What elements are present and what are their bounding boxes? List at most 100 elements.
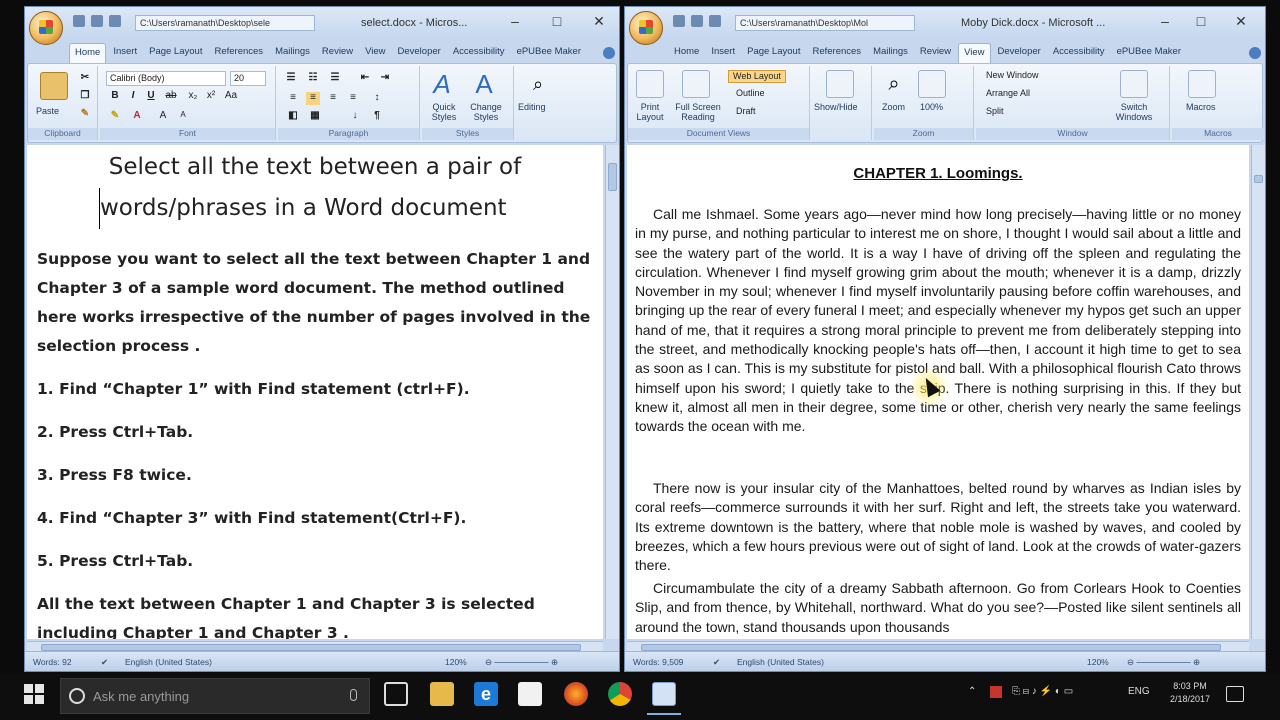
- tab-view[interactable]: View: [360, 43, 390, 63]
- file-path-field[interactable]: C:\Users\ramanath\Desktop\Mol: [735, 15, 915, 31]
- quick-access-toolbar[interactable]: [673, 15, 721, 27]
- quick-access-toolbar[interactable]: [73, 15, 121, 27]
- align-left-icon[interactable]: ≡: [286, 92, 300, 105]
- minimize-button[interactable]: –: [1155, 13, 1175, 29]
- redo-icon[interactable]: [709, 15, 721, 27]
- undo-icon[interactable]: [691, 15, 703, 27]
- save-icon[interactable]: [73, 15, 85, 27]
- font-size-combo[interactable]: 20: [230, 71, 266, 86]
- bullets-icon[interactable]: ☰: [284, 72, 298, 85]
- switch-windows-label[interactable]: Switch Windows: [1110, 102, 1158, 122]
- microphone-icon[interactable]: [350, 689, 357, 701]
- word-count[interactable]: Words: 9,509: [633, 657, 683, 667]
- tray-icons[interactable]: ⎘ ⊟ ♪ ⚡ ◐ ▭: [1012, 686, 1073, 697]
- tab-review[interactable]: Review: [317, 43, 358, 63]
- grow-font-button[interactable]: A: [156, 110, 170, 123]
- underline-button[interactable]: U: [144, 90, 158, 103]
- edge-browser-icon[interactable]: e: [474, 682, 498, 706]
- macros-label[interactable]: Macros: [1186, 102, 1216, 112]
- find-binoculars-icon[interactable]: ⌕: [524, 70, 552, 98]
- close-button[interactable]: ✕: [1231, 13, 1251, 30]
- maximize-button[interactable]: □: [1191, 13, 1211, 29]
- show-hide-label[interactable]: Show/Hide: [814, 102, 858, 112]
- new-window-button[interactable]: New Window: [986, 70, 1039, 83]
- zoom-slider[interactable]: ⊖ ───────── ⊕: [485, 657, 558, 668]
- switch-windows-icon[interactable]: [1120, 70, 1148, 98]
- windows-start-icon[interactable]: [24, 684, 44, 704]
- tray-app-icon[interactable]: [990, 686, 1002, 698]
- cut-icon[interactable]: ✂: [78, 72, 92, 85]
- zoom-100-label[interactable]: 100%: [920, 102, 943, 112]
- tab-insert[interactable]: Insert: [108, 43, 142, 63]
- change-styles-icon[interactable]: A: [470, 70, 498, 98]
- arrange-all-button[interactable]: Arrange All: [986, 88, 1030, 101]
- cortana-search-box[interactable]: Ask me anything: [60, 678, 370, 714]
- hscroll-thumb[interactable]: [641, 644, 1221, 651]
- shading-icon[interactable]: ◧: [286, 110, 300, 123]
- tab-epubee-maker[interactable]: ePUBee Maker: [1112, 43, 1186, 63]
- task-view-icon[interactable]: [384, 682, 408, 706]
- language-indicator[interactable]: English (United States): [737, 657, 824, 667]
- macros-icon[interactable]: [1188, 70, 1216, 98]
- multilevel-list-icon[interactable]: ☰: [328, 72, 342, 85]
- vertical-scrollbar[interactable]: [1251, 145, 1265, 639]
- undo-icon[interactable]: [91, 15, 103, 27]
- show-formatting-icon[interactable]: ¶: [370, 110, 384, 123]
- clock[interactable]: 8:03 PM 2/18/2017: [1170, 680, 1210, 706]
- firefox-icon[interactable]: [564, 682, 588, 706]
- redo-icon[interactable]: [109, 15, 121, 27]
- tab-page-layout[interactable]: Page Layout: [144, 43, 207, 63]
- tab-references[interactable]: References: [209, 43, 268, 63]
- numbering-icon[interactable]: ☷: [306, 72, 320, 85]
- zoom-level[interactable]: 120%: [445, 657, 467, 667]
- proofing-icon[interactable]: ✔: [101, 657, 108, 668]
- word-taskbar-icon[interactable]: [647, 682, 681, 715]
- superscript-button[interactable]: x²: [204, 90, 218, 103]
- vertical-scrollbar[interactable]: [605, 145, 619, 639]
- tab-home[interactable]: Home: [69, 43, 107, 63]
- full-screen-reading-label[interactable]: Full Screen Reading: [672, 102, 724, 122]
- help-icon[interactable]: [1249, 47, 1261, 59]
- justify-icon[interactable]: ≡: [346, 92, 360, 105]
- paste-icon[interactable]: [40, 72, 68, 100]
- highlight-color-icon[interactable]: ✎: [108, 110, 122, 123]
- print-layout-label[interactable]: Print Layout: [630, 102, 670, 122]
- font-name-combo[interactable]: Calibri (Body): [106, 71, 226, 86]
- hscroll-thumb[interactable]: [41, 644, 581, 651]
- store-icon[interactable]: [518, 682, 542, 706]
- change-styles-label[interactable]: Change Styles: [466, 102, 506, 122]
- file-explorer-icon[interactable]: [430, 682, 454, 706]
- zoom-label[interactable]: Zoom: [882, 102, 905, 112]
- tab-mailings[interactable]: Mailings: [868, 43, 913, 63]
- tab-home[interactable]: Home: [669, 43, 704, 63]
- zoom-100-icon[interactable]: [918, 70, 946, 98]
- document-page[interactable]: Select all the text between a pair of wo…: [27, 145, 603, 639]
- show-hide-icon[interactable]: [826, 70, 854, 98]
- save-icon[interactable]: [673, 15, 685, 27]
- copy-icon[interactable]: ❐: [78, 90, 92, 103]
- subscript-button[interactable]: x₂: [186, 90, 200, 103]
- document-page[interactable]: CHAPTER 1. Loomings. Call me Ishmael. So…: [627, 145, 1249, 639]
- action-center-icon[interactable]: [1226, 686, 1244, 702]
- tab-references[interactable]: References: [807, 43, 866, 63]
- change-case-button[interactable]: Aa: [224, 90, 238, 103]
- proofing-icon[interactable]: ✔: [713, 657, 720, 668]
- increase-indent-icon[interactable]: ⇥: [378, 72, 392, 85]
- show-hidden-icons[interactable]: ⌃: [968, 686, 976, 697]
- line-spacing-icon[interactable]: ↕: [370, 92, 384, 105]
- editing-label[interactable]: Editing: [518, 102, 546, 112]
- tab-page-layout[interactable]: Page Layout: [742, 43, 805, 63]
- decrease-indent-icon[interactable]: ⇤: [358, 72, 372, 85]
- maximize-button[interactable]: □: [547, 13, 567, 29]
- tab-accessibility[interactable]: Accessibility: [1048, 43, 1110, 63]
- scroll-thumb[interactable]: [608, 163, 617, 191]
- tab-epubee-maker[interactable]: ePUBee Maker: [512, 43, 586, 63]
- paste-label[interactable]: Paste: [36, 106, 59, 116]
- outline-button[interactable]: Outline: [736, 88, 765, 101]
- close-button[interactable]: ✕: [589, 13, 609, 30]
- align-center-icon[interactable]: ≡: [306, 92, 320, 105]
- full-screen-reading-icon[interactable]: [682, 70, 710, 98]
- borders-icon[interactable]: ▦: [308, 110, 322, 123]
- sort-icon[interactable]: ↓: [348, 110, 362, 123]
- minimize-button[interactable]: –: [505, 13, 525, 29]
